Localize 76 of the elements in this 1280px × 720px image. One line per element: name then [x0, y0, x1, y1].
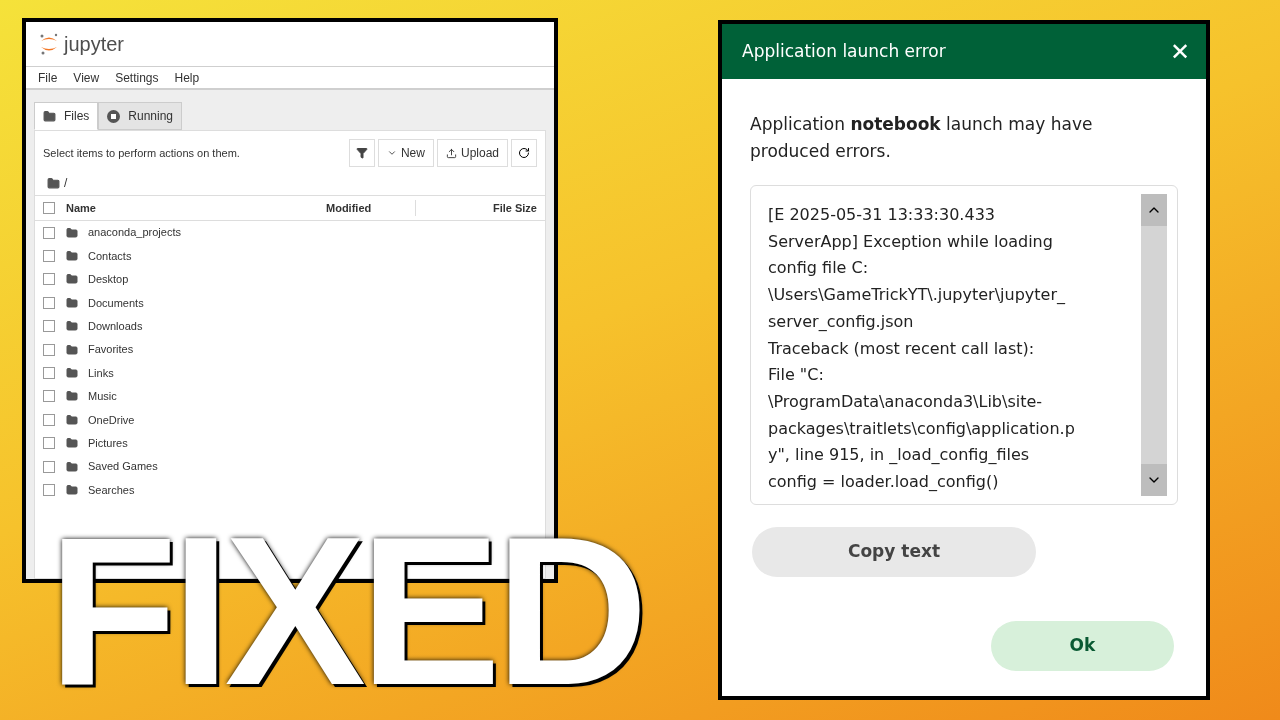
menu-item[interactable]: Help — [174, 68, 200, 87]
folder-icon — [66, 296, 78, 309]
dialog-title: Application launch error — [742, 39, 946, 63]
file-name[interactable]: Saved Games — [88, 458, 158, 475]
folder-icon — [66, 273, 78, 286]
column-header[interactable]: File Size — [416, 199, 537, 217]
close-button[interactable]: ✕ — [1169, 39, 1190, 64]
file-name[interactable]: Documents — [88, 294, 144, 312]
log-line: Traceback (most recent call last): — [768, 337, 1036, 360]
file-name[interactable]: Links — [88, 364, 114, 382]
logo-icon — [38, 32, 60, 56]
row-checkbox[interactable] — [43, 460, 55, 473]
tab[interactable]: Running — [98, 102, 183, 130]
folder-icon — [43, 109, 56, 123]
column-header[interactable]: Modified — [326, 199, 416, 217]
row-checkbox[interactable] — [43, 343, 55, 356]
row-checkbox[interactable] — [43, 320, 55, 333]
file-name[interactable]: Pictures — [88, 434, 128, 452]
tab[interactable]: Files — [34, 102, 99, 130]
file-name[interactable]: Favorites — [88, 341, 134, 358]
file-name[interactable]: Desktop — [88, 271, 129, 288]
row-checkbox[interactable] — [43, 273, 55, 286]
row-checkbox[interactable] — [43, 437, 55, 450]
folder-icon — [66, 250, 78, 263]
log-line: packages\traitlets\config\application.p — [768, 417, 1076, 440]
folder-icon — [66, 343, 78, 356]
column-header[interactable]: Name — [66, 199, 326, 217]
folder-icon — [66, 367, 78, 380]
row-checkbox[interactable] — [43, 250, 55, 263]
filter-button[interactable] — [348, 139, 375, 167]
log-line: \ProgramData\anaconda3\Lib\site- — [768, 390, 1044, 413]
file-name[interactable]: OneDrive — [88, 411, 135, 429]
log-line: \Users\GameTrickYT\.jupyter\jupyter_ — [768, 284, 1066, 307]
row-checkbox[interactable] — [43, 413, 55, 426]
upload-icon — [445, 147, 457, 159]
folder-icon — [66, 320, 78, 333]
file-name[interactable]: anaconda_projects — [88, 224, 181, 241]
refresh-icon — [518, 147, 530, 159]
stop-icon — [107, 109, 121, 123]
row-checkbox[interactable] — [43, 390, 55, 403]
log-line: config = loader.load_config() — [768, 471, 1000, 494]
log-line: config file C: — [768, 257, 870, 280]
caret-icon — [386, 148, 397, 158]
select-all-checkbox[interactable] — [43, 202, 55, 214]
app-name: jupyter — [64, 32, 125, 57]
path-link[interactable]: / — [64, 174, 68, 192]
log-line: File "C: — [768, 364, 825, 387]
hint-text: Select items to perform actions on them. — [43, 145, 240, 161]
folder-icon — [47, 176, 60, 190]
filter-icon — [355, 147, 368, 159]
menu-item[interactable]: Settings — [115, 68, 159, 87]
log-line: y", line 915, in _load_config_files — [768, 444, 1031, 467]
ok-button[interactable]: Ok — [991, 621, 1174, 671]
folder-icon — [66, 413, 78, 426]
folder-icon — [66, 390, 78, 403]
dialog-message: Application notebook launch may have produced errors. — [750, 113, 1094, 163]
menu-item[interactable]: View — [73, 68, 100, 87]
folder-icon — [66, 226, 78, 239]
row-checkbox[interactable] — [43, 484, 55, 496]
refresh-button[interactable] — [511, 139, 537, 167]
folder-icon — [66, 460, 78, 473]
file-name[interactable]: Music — [88, 388, 117, 405]
new-button[interactable]: New — [377, 139, 434, 167]
log-line: [E 2025-05-31 13:33:30.433 — [768, 204, 996, 226]
folder-icon — [66, 437, 78, 450]
row-checkbox[interactable] — [43, 367, 55, 380]
file-name[interactable]: Downloads — [88, 318, 143, 335]
row-checkbox[interactable] — [43, 226, 55, 239]
upload-button[interactable]: Upload — [436, 139, 508, 167]
file-name[interactable]: Contacts — [88, 247, 132, 265]
menu-item[interactable]: File — [38, 68, 58, 87]
log-line: server_config.json — [768, 310, 915, 333]
row-checkbox[interactable] — [43, 296, 55, 309]
copy-text-button[interactable]: Copy text — [752, 527, 1036, 577]
log-line: ServerApp] Exception while loading — [768, 230, 1054, 253]
scrollbar[interactable] — [1141, 194, 1167, 496]
